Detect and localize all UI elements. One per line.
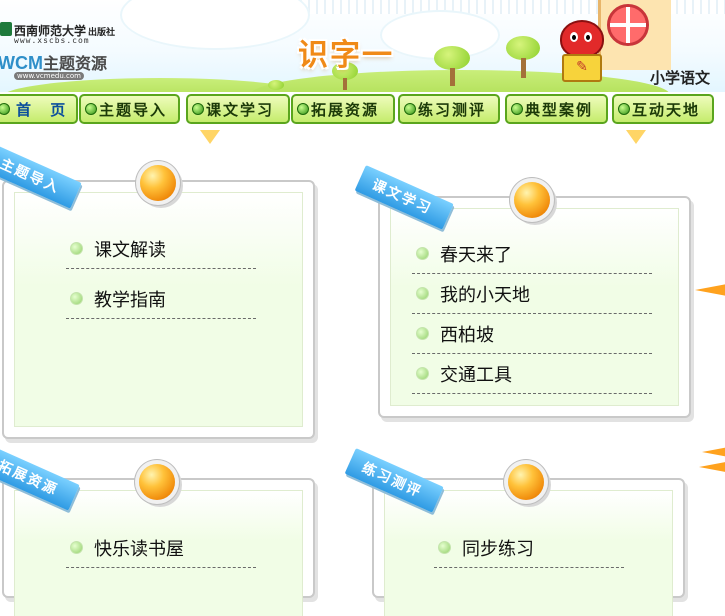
subject-label: 小学语文 <box>650 69 711 87</box>
orange-pin-icon <box>139 464 175 500</box>
green-dot-icon <box>0 103 10 115</box>
brand-latin: WCM <box>0 53 43 73</box>
list-item[interactable]: 同步练习 <box>434 528 624 568</box>
board-lessons: 春天来了 我的小天地 西柏坡 交通工具 <box>378 196 691 418</box>
nav-item-label: 首 页 <box>16 100 66 119</box>
mascot-eye-icon <box>570 32 578 42</box>
brand-cn: 主题资源 <box>42 56 107 73</box>
light-green-dot-icon <box>438 541 451 554</box>
book-icon: ✎ <box>562 54 602 82</box>
list-item[interactable]: 教学指南 <box>66 279 256 319</box>
light-green-dot-icon <box>416 327 429 340</box>
list-item[interactable]: 春天来了 <box>412 234 652 274</box>
green-dot-icon <box>511 103 523 115</box>
arrow-decoration <box>702 446 725 458</box>
main-nav: 首 页 主题导入 课文学习 拓展资源 练习测评 典型案例 互动天地 <box>0 92 725 130</box>
arrow-decoration <box>699 461 725 473</box>
orange-pin-icon <box>514 182 550 218</box>
window-icon <box>607 4 649 46</box>
list-item-label: 我的小天地 <box>440 284 530 306</box>
board-intro: 课文解读 教学指南 <box>2 180 315 439</box>
light-green-dot-icon <box>416 367 429 380</box>
green-dot-icon <box>297 103 309 115</box>
list-item[interactable]: 我的小天地 <box>412 274 652 314</box>
list-item[interactable]: 交通工具 <box>412 354 652 394</box>
publisher-url: www.xscbs.com <box>14 36 90 45</box>
mascot-image: ✎ <box>556 20 604 82</box>
light-green-dot-icon <box>416 287 429 300</box>
nav-item-lessons[interactable]: 课文学习 <box>186 94 290 124</box>
nav-item-label: 练习测评 <box>418 100 487 119</box>
nav-pointer-decoration <box>626 130 646 144</box>
nav-item-label: 互动天地 <box>632 100 701 119</box>
site-header: 西南师范大学 出版社 www.xscbs.com WCM主题资源 www.vcme… <box>0 0 725 92</box>
list-item-label: 课文解读 <box>94 239 166 261</box>
light-green-dot-icon <box>70 242 83 255</box>
house-decoration <box>598 0 671 70</box>
list-item-label: 同步练习 <box>462 538 534 560</box>
arrow-decoration <box>695 284 725 296</box>
brand-logo: WCM主题资源 <box>0 50 107 74</box>
list-item-label: 西柏坡 <box>440 324 494 346</box>
light-green-dot-icon <box>70 541 83 554</box>
nav-item-label: 拓展资源 <box>311 100 380 119</box>
mascot-head <box>560 20 604 58</box>
list-item-label: 春天来了 <box>440 244 512 266</box>
publisher-suffix: 出版社 <box>88 28 116 38</box>
brand-url: www.vcmedu.com <box>14 72 84 80</box>
page-title: 识字一 <box>298 38 394 73</box>
nav-item-interact[interactable]: 互动天地 <box>612 94 714 124</box>
nav-item-home[interactable]: 首 页 <box>0 94 78 124</box>
nav-item-label: 课文学习 <box>206 100 275 119</box>
cloud-decoration <box>120 0 310 50</box>
green-dot-icon <box>192 103 204 115</box>
publisher-logo-icon <box>0 22 12 36</box>
orange-pin-icon <box>508 464 544 500</box>
orange-pin-icon <box>140 165 176 201</box>
green-dot-icon <box>85 103 97 115</box>
nav-item-intro[interactable]: 主题导入 <box>79 94 180 124</box>
nav-item-label: 典型案例 <box>525 100 594 119</box>
list-item[interactable]: 课文解读 <box>66 229 256 269</box>
green-dot-icon <box>618 103 630 115</box>
green-dot-icon <box>404 103 416 115</box>
light-green-dot-icon <box>70 292 83 305</box>
list-item[interactable]: 快乐读书屋 <box>66 528 256 568</box>
list-item-label: 交通工具 <box>440 364 512 386</box>
nav-item-practice[interactable]: 练习测评 <box>398 94 500 124</box>
light-green-dot-icon <box>416 247 429 260</box>
nav-item-extend[interactable]: 拓展资源 <box>291 94 395 124</box>
nav-pointer-decoration <box>200 130 220 144</box>
mascot-eye-icon <box>584 32 592 42</box>
nav-item-label: 主题导入 <box>99 100 168 119</box>
list-item-label: 教学指南 <box>94 289 166 311</box>
list-item[interactable]: 西柏坡 <box>412 314 652 354</box>
nav-item-cases[interactable]: 典型案例 <box>505 94 608 124</box>
list-item-label: 快乐读书屋 <box>94 538 184 560</box>
